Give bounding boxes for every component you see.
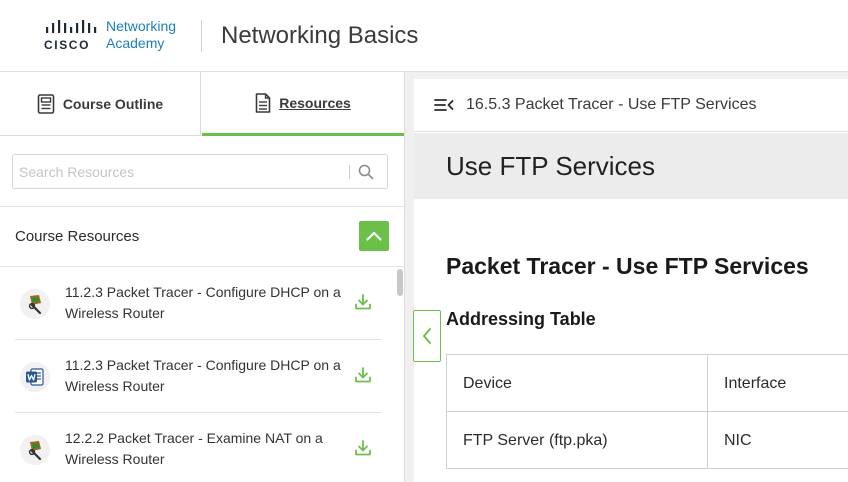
cisco-networking-academy-logo[interactable]: CISCO Networking Academy (44, 18, 190, 54)
section-title: Course Resources (15, 228, 140, 245)
search-input[interactable] (19, 155, 339, 188)
word-doc-icon (20, 362, 50, 392)
list-item[interactable]: 11.2.3 Packet Tracer - Configure DHCP on… (0, 267, 396, 340)
sidebar-tabs: Course Outline Resources (0, 72, 404, 136)
resource-title[interactable]: 11.2.3 Packet Tracer - Configure DHCP on… (65, 282, 345, 324)
logo-line2: Academy (106, 35, 165, 51)
page-banner: Use FTP Services (414, 133, 848, 199)
resource-title[interactable]: 11.2.3 Packet Tracer - Configure DHCP on… (65, 355, 345, 397)
course-title: Networking Basics (221, 22, 419, 49)
table-cell: NIC (724, 431, 752, 449)
app-header: CISCO Networking Academy Networking Basi… (0, 0, 848, 72)
resource-list: 11.2.3 Packet Tracer - Configure DHCP on… (0, 267, 396, 482)
collapse-section-button[interactable] (359, 221, 389, 251)
addressing-table: Device Interface FTP Server (ftp.pka) NI… (446, 354, 848, 469)
resource-title[interactable]: 12.2.2 Packet Tracer - Examine NAT on a … (65, 428, 345, 470)
table-row: FTP Server (ftp.pka) NIC (447, 412, 848, 469)
breadcrumb: 16.5.3 Packet Tracer - Use FTP Services (414, 79, 848, 132)
table-header-cell: Device (447, 355, 708, 412)
cisco-bars-icon (46, 20, 97, 33)
divider (0, 206, 404, 207)
tab-resources-label: Resources (279, 94, 351, 111)
list-item[interactable]: 12.2.2 Packet Tracer - Examine NAT on a … (0, 413, 396, 482)
search-box (12, 154, 388, 189)
tab-resources[interactable]: Resources (202, 72, 404, 136)
outline-icon (37, 94, 55, 114)
breadcrumb-text: 16.5.3 Packet Tracer - Use FTP Services (466, 96, 757, 113)
packet-tracer-icon (20, 435, 50, 465)
download-icon[interactable] (353, 365, 373, 385)
scrollbar-thumb[interactable] (397, 269, 403, 296)
table-header-row: Device Interface (447, 355, 848, 412)
table-cell: FTP Server (ftp.pka) (447, 412, 708, 469)
logo-brand-text: CISCO (44, 38, 91, 52)
scrollbar[interactable] (396, 267, 404, 482)
document-icon (255, 92, 271, 113)
search-separator (349, 165, 350, 179)
table-header-cell: Interface (724, 374, 787, 392)
header-divider (201, 20, 202, 52)
download-icon[interactable] (353, 292, 373, 312)
document-subtitle: Addressing Table (446, 309, 596, 329)
list-item[interactable]: 11.2.3 Packet Tracer - Configure DHCP on… (0, 340, 396, 413)
document-title: Packet Tracer - Use FTP Services (446, 253, 809, 279)
search-icon[interactable] (358, 164, 374, 180)
tab-course-outline-label: Course Outline (62, 96, 164, 112)
sidebar-toggle-button[interactable] (413, 310, 441, 362)
logo-line1: Networking (106, 18, 177, 34)
chevron-left-icon (423, 328, 431, 344)
menu-collapse-icon[interactable] (434, 97, 454, 113)
page-title: Use FTP Services (446, 151, 656, 181)
content-card: 16.5.3 Packet Tracer - Use FTP Services … (414, 79, 848, 482)
resources-sidebar: Course Outline Resources Course Resource… (0, 72, 405, 482)
packet-tracer-icon (20, 289, 50, 319)
tab-course-outline[interactable]: Course Outline (0, 72, 201, 136)
chevron-up-icon (366, 231, 382, 241)
download-icon[interactable] (353, 438, 373, 458)
